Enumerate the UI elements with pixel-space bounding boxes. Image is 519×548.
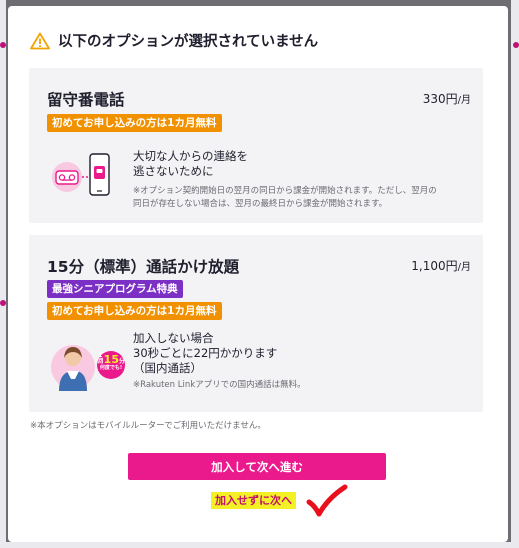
subscribe-and-continue-button[interactable]: 加入して次へ進む	[128, 453, 386, 480]
option-name: 留守番電話	[47, 91, 125, 109]
warning-triangle-icon	[30, 32, 50, 49]
option-description: 大切な人からの連絡を 逃さないために	[133, 149, 248, 178]
option-note: ※Rakuten Linkアプリでの国内通話は無料。	[133, 380, 306, 390]
skip-and-continue-link[interactable]: 加入せずに次へ	[211, 492, 296, 509]
free-trial-tag: 初めてお申し込みの方は1カ月無料	[47, 114, 222, 132]
senior-program-tag: 最強シニアプログラム特典	[47, 280, 183, 298]
call-limit-badge: 1回 15 分 何度でも!	[97, 352, 125, 371]
option-description: 加入しない場合 30秒ごとに22円かかります （国内通話）	[133, 331, 278, 375]
option-name: 15分（標準）通話かけ放題	[47, 258, 240, 276]
router-footnote: ※本オプションはモバイルルーターでご利用いただけません。	[30, 421, 266, 431]
modal-title: 以下のオプションが選択されていません	[58, 34, 319, 50]
senior-caller-icon: 1回 15 分 何度でも!	[49, 333, 125, 393]
option-price: 330円/月	[422, 92, 471, 106]
option-confirm-modal: 以下のオプションが選択されていません 留守番電話 330円/月 初めてお申し込み…	[8, 6, 508, 542]
voicemail-phone-icon	[52, 153, 110, 196]
option-card-voicemail: 留守番電話 330円/月 初めてお申し込みの方は1カ月無料 大切な人からの連絡を…	[29, 68, 483, 223]
option-price: 1,100円/月	[411, 259, 471, 273]
free-trial-tag: 初めてお申し込みの方は1カ月無料	[47, 302, 222, 320]
option-note: ※オプション契約開始日の翌月の同日から課金が開始されます。ただし、翌月の 同日が…	[133, 186, 437, 209]
modal-header: 以下のオプションが選択されていません	[30, 30, 318, 51]
red-checkmark-annotation	[306, 484, 348, 517]
option-card-15min-calls: 15分（標準）通話かけ放題 1,100円/月 最強シニアプログラム特典 初めてお…	[29, 235, 483, 412]
